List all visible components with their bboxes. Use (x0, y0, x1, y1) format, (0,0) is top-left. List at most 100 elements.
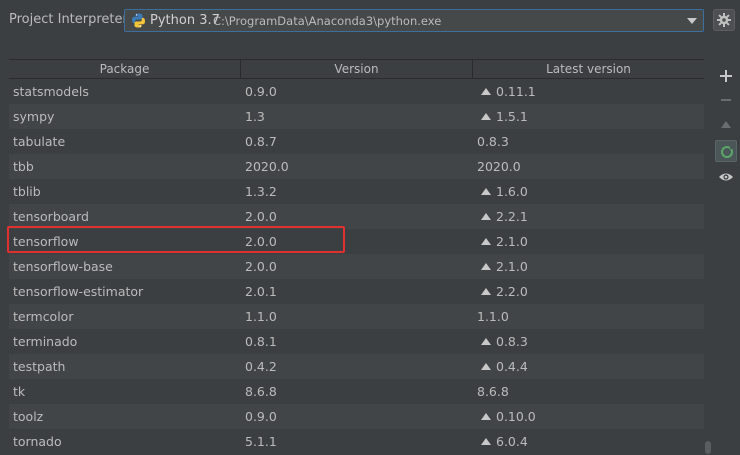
package-name-cell: tk (13, 384, 26, 399)
interpreter-dropdown[interactable]: Python 3.7 C:\ProgramData\Anaconda3\pyth… (124, 9, 704, 32)
eye-icon (719, 173, 733, 181)
upgrade-available-icon (481, 363, 491, 370)
table-row[interactable]: tk 8.6.8 8.6.8 (9, 379, 704, 404)
table-row[interactable]: testpath 0.4.2 0.4.4 (9, 354, 704, 379)
table-header: Package Version Latest version (9, 60, 704, 79)
package-name-cell: tabulate (13, 134, 66, 149)
table-row[interactable]: tbb 2020.0 2020.0 (9, 154, 704, 179)
installed-version-cell: 1.3 (245, 109, 265, 124)
installed-version-cell: 2.0.0 (245, 259, 277, 274)
table-row[interactable]: tensorboard 2.0.0 2.2.1 (9, 204, 704, 229)
installed-version-cell: 2.0.0 (245, 234, 277, 249)
latest-version-label: 2.2.1 (496, 209, 528, 224)
installed-version-cell: 0.8.7 (245, 134, 277, 149)
installed-version-cell: 0.9.0 (245, 409, 277, 424)
package-name-cell: terminado (13, 334, 78, 349)
upgrade-available-icon (481, 263, 491, 270)
installed-version-cell: 5.1.1 (245, 434, 277, 449)
package-toolbar (713, 59, 740, 454)
table-row[interactable]: statsmodels 0.9.0 0.11.1 (9, 79, 704, 104)
latest-version-cell: 0.4.4 (477, 354, 528, 379)
package-name-cell: testpath (13, 359, 66, 374)
latest-version-label: 0.8.3 (477, 134, 509, 149)
show-early-releases-button[interactable] (715, 166, 737, 188)
gear-icon (717, 13, 731, 27)
latest-version-cell: 2.1.0 (477, 229, 528, 254)
column-header-package[interactable]: Package (9, 60, 241, 78)
table-row[interactable]: terminado 0.8.1 0.8.3 (9, 329, 704, 354)
table-row[interactable]: tabulate 0.8.7 0.8.3 (9, 129, 704, 154)
upgrade-available-icon (481, 288, 491, 295)
latest-version-label: 2.2.0 (496, 284, 528, 299)
package-name-cell: tbb (13, 159, 34, 174)
plus-icon (720, 70, 732, 82)
table-row[interactable]: toolz 0.9.0 0.10.0 (9, 404, 704, 429)
latest-version-cell: 0.8.3 (477, 129, 509, 154)
package-name-cell: sympy (13, 109, 55, 124)
upgrade-available-icon (481, 413, 491, 420)
scrollbar-thumb[interactable] (705, 441, 711, 454)
table-row[interactable]: termcolor 1.1.0 1.1.0 (9, 304, 704, 329)
latest-version-label: 2.1.0 (496, 259, 528, 274)
refresh-button[interactable] (715, 140, 737, 162)
upgrade-icon (721, 121, 731, 128)
latest-version-cell: 1.1.0 (477, 304, 509, 329)
package-name-cell: statsmodels (13, 84, 89, 99)
latest-version-label: 2020.0 (477, 159, 521, 174)
package-name-cell: termcolor (13, 309, 74, 324)
latest-version-cell: 2.2.1 (477, 204, 528, 229)
minus-icon (721, 99, 731, 101)
package-name-cell: toolz (13, 409, 44, 424)
latest-version-label: 1.5.1 (496, 109, 528, 124)
upgrade-available-icon (481, 88, 491, 95)
table-row[interactable]: sympy 1.3 1.5.1 (9, 104, 704, 129)
installed-version-cell: 1.3.2 (245, 184, 277, 199)
interpreter-label: Project Interpreter: (9, 12, 133, 27)
uninstall-package-button[interactable] (715, 89, 737, 111)
latest-version-cell: 1.6.0 (477, 179, 528, 204)
interpreter-bar: Project Interpreter: Python 3.7 C:\Progr… (0, 0, 740, 44)
latest-version-label: 1.1.0 (477, 309, 509, 324)
latest-version-cell: 2020.0 (477, 154, 521, 179)
refresh-icon (721, 146, 733, 158)
installed-version-cell: 2.0.0 (245, 209, 277, 224)
installed-version-cell: 0.4.2 (245, 359, 277, 374)
package-name-cell: tblib (13, 184, 41, 199)
vertical-scrollbar[interactable] (704, 59, 712, 454)
latest-version-cell: 0.11.1 (477, 79, 536, 104)
installed-version-cell: 2020.0 (245, 159, 289, 174)
package-name-cell: tensorflow (13, 234, 79, 249)
latest-version-label: 8.6.8 (477, 384, 509, 399)
upgrade-available-icon (481, 113, 491, 120)
latest-version-label: 1.6.0 (496, 184, 528, 199)
upgrade-available-icon (481, 188, 491, 195)
package-name-cell: tensorflow-base (13, 259, 113, 274)
table-row[interactable]: tensorflow-base 2.0.0 2.1.0 (9, 254, 704, 279)
table-row[interactable]: tensorflow-estimator 2.0.1 2.2.0 (9, 279, 704, 304)
packages-table: Package Version Latest version statsmode… (9, 59, 704, 455)
install-package-button[interactable] (715, 65, 737, 87)
upgrade-package-button[interactable] (715, 114, 737, 136)
installed-version-cell: 0.9.0 (245, 84, 277, 99)
table-row[interactable]: tensorflow 2.0.0 2.1.0 (9, 229, 704, 254)
latest-version-label: 0.4.4 (496, 359, 528, 374)
chevron-down-icon[interactable] (687, 18, 697, 24)
latest-version-cell: 0.10.0 (477, 404, 536, 429)
table-body: statsmodels 0.9.0 0.11.1 sympy 1.3 1.5.1 tabul… (9, 79, 704, 454)
upgrade-available-icon (481, 238, 491, 245)
interpreter-name: Python 3.7 (150, 13, 220, 28)
settings-button[interactable] (713, 9, 735, 31)
python-icon (132, 13, 145, 28)
upgrade-available-icon (481, 338, 491, 345)
installed-version-cell: 1.1.0 (245, 309, 277, 324)
latest-version-label: 0.11.1 (496, 84, 536, 99)
latest-version-label: 0.10.0 (496, 409, 536, 424)
table-row[interactable]: tblib 1.3.2 1.6.0 (9, 179, 704, 204)
column-header-latest-version[interactable]: Latest version (473, 60, 704, 78)
column-header-version[interactable]: Version (241, 60, 473, 78)
latest-version-cell: 8.6.8 (477, 379, 509, 404)
latest-version-cell: 2.2.0 (477, 279, 528, 304)
latest-version-label: 6.0.4 (496, 434, 528, 449)
latest-version-label: 2.1.0 (496, 234, 528, 249)
table-row[interactable]: tornado 5.1.1 6.0.4 (9, 429, 704, 454)
